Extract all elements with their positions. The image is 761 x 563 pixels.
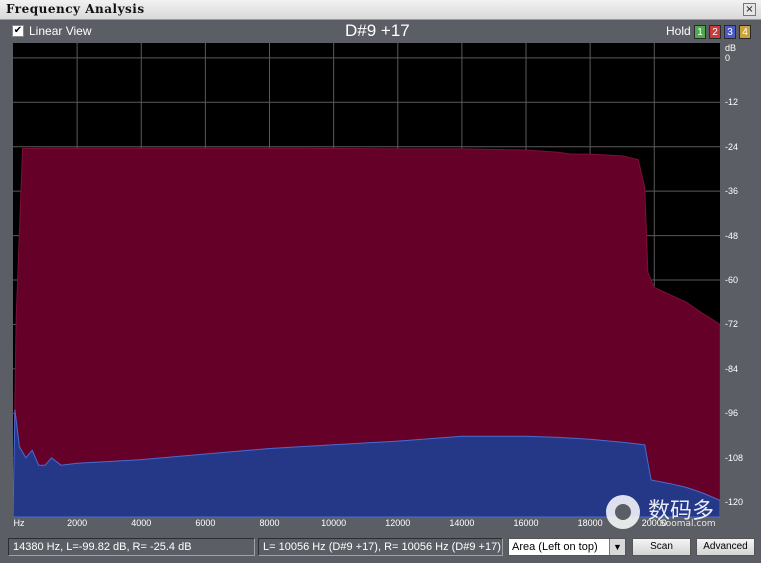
x-axis-labels: Hz 2000 4000 6000 8000 10000 12000 14000 16000 18… bbox=[13, 517, 720, 531]
x-tick-label: 20000 bbox=[641, 518, 667, 528]
note-display: D#9 +17 bbox=[345, 21, 410, 40]
x-tick-label: 4000 bbox=[131, 518, 152, 528]
y-tick-label: -84 bbox=[725, 363, 739, 374]
display-mode-value: Area (Left on top) bbox=[512, 541, 598, 553]
x-tick-label: Hz bbox=[13, 518, 25, 528]
x-tick-label: 16000 bbox=[513, 518, 539, 528]
linear-view-checkbox[interactable]: ✔ bbox=[12, 25, 24, 37]
linear-view-label[interactable]: Linear View bbox=[29, 24, 91, 38]
x-tick-label: 12000 bbox=[385, 518, 411, 528]
x-tick-label: 6000 bbox=[195, 518, 216, 528]
peak-readout: L= 10056 Hz (D#9 +17), R= 10056 Hz (D#9 … bbox=[258, 538, 503, 556]
y-tick-label: -12 bbox=[725, 97, 739, 108]
y-axis-labels: dB 0 -12 -24 -36 -48 -60 -72 -84 -96 -108 -120 bbox=[721, 43, 761, 523]
frequency-analysis-window: Frequency Analysis × ✔ Linear View D#9 +… bbox=[0, 0, 761, 563]
title-bar[interactable]: Frequency Analysis × bbox=[0, 0, 761, 20]
y-tick-label: dB bbox=[725, 43, 737, 53]
y-tick-label: -24 bbox=[725, 141, 739, 152]
x-tick-label: 14000 bbox=[449, 518, 475, 528]
spectrum-plot-area[interactable] bbox=[13, 43, 720, 533]
x-tick-label: 18000 bbox=[577, 518, 603, 528]
y-tick-label: 0 bbox=[725, 52, 731, 63]
hold-button-4[interactable]: 4 bbox=[739, 25, 751, 39]
x-tick-label: 8000 bbox=[259, 518, 280, 528]
advanced-button[interactable]: Advanced bbox=[696, 538, 755, 556]
spectrum-chart[interactable] bbox=[13, 43, 720, 533]
y-tick-label: -108 bbox=[725, 452, 744, 463]
x-tick-label: 2000 bbox=[67, 518, 88, 528]
y-tick-label: -96 bbox=[725, 408, 739, 419]
window-title: Frequency Analysis bbox=[6, 2, 145, 16]
hold-button-3[interactable]: 3 bbox=[724, 25, 736, 39]
toolbar: ✔ Linear View D#9 +17 Hold 1 2 3 4 bbox=[0, 20, 761, 43]
y-tick-label: -72 bbox=[725, 319, 739, 330]
y-tick-label: -48 bbox=[725, 230, 739, 241]
y-tick-label: -36 bbox=[725, 186, 739, 197]
y-tick-label: -60 bbox=[725, 275, 739, 285]
display-mode-select[interactable]: Area (Left on top) ▼ bbox=[508, 538, 626, 556]
chevron-down-icon[interactable]: ▼ bbox=[609, 539, 625, 555]
scan-button[interactable]: Scan bbox=[632, 538, 691, 556]
hold-label: Hold bbox=[666, 24, 691, 38]
status-bar: 14380 Hz, L=-99.82 dB, R= -25.4 dB L= 10… bbox=[0, 535, 761, 563]
hold-button-2[interactable]: 2 bbox=[709, 25, 721, 39]
y-tick-label: -120 bbox=[725, 497, 744, 508]
cursor-readout: 14380 Hz, L=-99.82 dB, R= -25.4 dB bbox=[8, 538, 255, 556]
close-button[interactable]: × bbox=[743, 3, 756, 16]
series-layer bbox=[13, 147, 720, 518]
hold-button-1[interactable]: 1 bbox=[694, 25, 706, 39]
x-tick-label: 10000 bbox=[321, 518, 347, 528]
